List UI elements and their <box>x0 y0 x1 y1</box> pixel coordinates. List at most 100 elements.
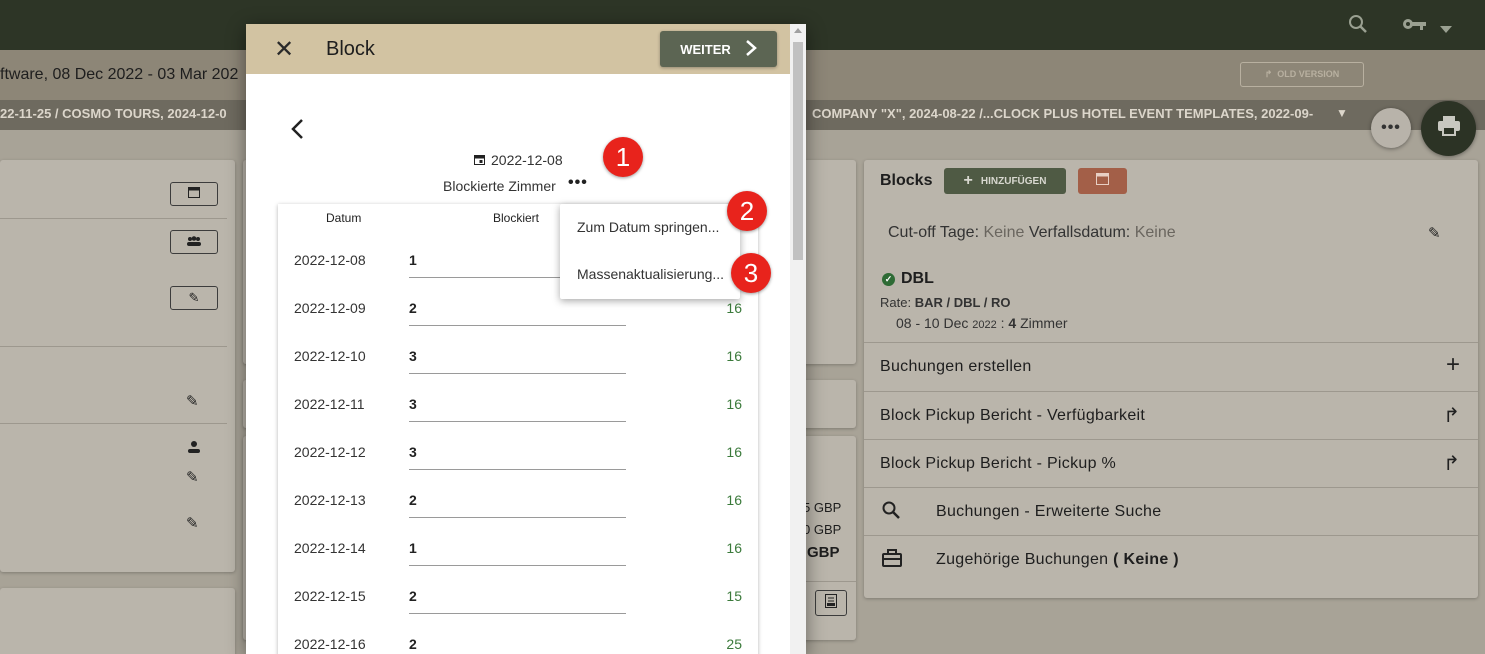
paren-open: ( <box>1113 551 1124 568</box>
annotation-badge-3: 3 <box>731 253 771 293</box>
old-version-button[interactable]: ↱ OLD VERSION <box>1240 62 1364 87</box>
annotation-badge-1: 1 <box>603 137 643 177</box>
price-value: 0 GBP <box>803 522 842 537</box>
left-panel-bottom <box>0 588 235 654</box>
related-bookings-label: Zugehörige Buchungen <box>936 551 1109 568</box>
row-date: 2022-12-08 <box>294 252 366 268</box>
action-pickup-percent[interactable]: Block Pickup Bericht - Pickup % ↱ <box>864 439 1478 487</box>
row-date: 2022-12-12 <box>294 444 366 460</box>
breadcrumb-left[interactable]: 22-11-25 / COSMO TOURS, 2024-12-0 <box>0 106 227 121</box>
pencil-icon[interactable]: ✎ <box>186 468 199 486</box>
price-total: GBP <box>807 544 840 561</box>
action-label: Buchungen erstellen <box>880 358 1032 375</box>
action-advanced-search[interactable]: Buchungen - Erweiterte Suche <box>864 487 1478 535</box>
calendar-icon <box>1096 172 1109 190</box>
action-label: Block Pickup Bericht - Verfügbarkeit <box>880 407 1146 424</box>
action-create-bookings[interactable]: Buchungen erstellen + <box>864 342 1478 390</box>
cutoff-value: Keine <box>983 224 1025 241</box>
row-blocked[interactable]: 2 <box>409 636 417 652</box>
cutoff-label: Cut-off Tage: <box>888 224 980 241</box>
breadcrumb-right[interactable]: COMPANY "X", 2024-08-22 /...CLOCK PLUS H… <box>812 106 1313 121</box>
divider <box>0 423 227 424</box>
key-icon[interactable] <box>1402 14 1428 39</box>
block-dialog: ✕ Block WEITER 2022-12-08 Blockierte Zim… <box>246 24 806 654</box>
calendar-button[interactable] <box>170 182 218 206</box>
input-underline <box>409 373 626 374</box>
pencil-icon[interactable]: ✎ <box>186 392 199 410</box>
table-row: 2022-12-13 2 16 <box>278 474 758 522</box>
row-date: 2022-12-14 <box>294 540 366 556</box>
print-icon <box>1437 116 1460 141</box>
row-date: 2022-12-11 <box>294 396 365 412</box>
search-icon[interactable] <box>1348 14 1368 39</box>
more-options-button[interactable]: ••• <box>1371 108 1411 148</box>
menu-item-bulk-update[interactable]: Massenaktualisierung... <box>577 266 724 282</box>
dialog-scrollbar[interactable] <box>790 24 806 654</box>
row-date: 2022-12-16 <box>294 636 366 652</box>
row-blocked[interactable]: 1 <box>409 252 417 268</box>
input-underline <box>409 517 626 518</box>
next-button[interactable]: WEITER <box>660 31 777 67</box>
calendar-icon <box>474 152 485 168</box>
date-range-info: 08 - 10 Dec 2022 : 4 Zimmer <box>896 315 1068 331</box>
next-label: WEITER <box>680 41 731 57</box>
chevron-down-icon[interactable]: ▼ <box>1336 106 1348 120</box>
invoice-button[interactable] <box>815 590 847 616</box>
row-available: 16 <box>726 444 742 460</box>
receipt-icon <box>825 593 837 613</box>
briefcase-icon <box>882 549 902 572</box>
calendar-button[interactable] <box>1078 168 1127 194</box>
scroll-up-icon[interactable] <box>794 28 802 33</box>
add-label: HINZUFÜGEN <box>980 175 1047 187</box>
calendar-icon <box>188 185 200 203</box>
menu-item-jump-to-date[interactable]: Zum Datum springen... <box>577 219 719 235</box>
pencil-icon[interactable]: ✎ <box>1428 224 1441 242</box>
selected-date: 2022-12-08 <box>474 152 563 168</box>
edit-button[interactable]: ✎ <box>170 286 218 310</box>
scrollbar-thumb[interactable] <box>793 42 803 260</box>
blocks-panel: Blocks + HINZUFÜGEN Cut-off Tage: Keine … <box>864 160 1478 598</box>
plus-icon: + <box>963 172 973 189</box>
date-year: 2022 <box>972 319 997 331</box>
chevron-down-icon[interactable] <box>1440 18 1452 39</box>
row-blocked[interactable]: 2 <box>409 492 417 508</box>
old-version-label: OLD VERSION <box>1277 69 1340 79</box>
row-available: 25 <box>726 636 742 652</box>
divider <box>0 218 227 219</box>
close-icon[interactable]: ✕ <box>274 35 294 64</box>
row-date: 2022-12-13 <box>294 492 366 508</box>
row-blocked[interactable]: 3 <box>409 348 417 364</box>
options-menu: Zum Datum springen... Massenaktualisieru… <box>560 204 740 299</box>
price-value: 5 GBP <box>803 500 842 515</box>
person-icon <box>188 440 200 457</box>
column-header-date: Datum <box>326 211 362 225</box>
pencil-icon[interactable]: ✎ <box>186 514 199 532</box>
group-button[interactable] <box>170 230 218 254</box>
row-available: 16 <box>726 348 742 364</box>
left-panel-top: ✎ ✎ ✎ ✎ <box>0 160 235 572</box>
dialog-header: ✕ Block WEITER <box>246 24 790 74</box>
row-blocked[interactable]: 3 <box>409 396 417 412</box>
cutoff-info: Cut-off Tage: Keine Verfallsdatum: Keine <box>888 224 1176 242</box>
row-date: 2022-12-15 <box>294 588 366 604</box>
table-row: 2022-12-14 1 16 <box>278 522 758 570</box>
expiry-value: Keine <box>1134 224 1176 241</box>
row-available: 16 <box>726 540 742 556</box>
row-blocked[interactable]: 2 <box>409 300 417 316</box>
more-options-icon[interactable]: ••• <box>568 174 588 192</box>
print-button[interactable] <box>1421 101 1476 156</box>
add-block-button[interactable]: + HINZUFÜGEN <box>944 168 1066 194</box>
dialog-title: Block <box>326 38 375 60</box>
action-pickup-availability[interactable]: Block Pickup Bericht - Verfügbarkeit ↱ <box>864 391 1478 439</box>
input-underline <box>409 565 626 566</box>
back-arrow-icon[interactable] <box>290 118 304 147</box>
action-related-bookings[interactable]: Zugehörige Buchungen ( Keine ) <box>864 535 1478 583</box>
row-blocked[interactable]: 2 <box>409 588 417 604</box>
blocks-title: Blocks <box>880 172 933 189</box>
action-label: Zugehörige Buchungen ( Keine ) <box>936 551 1179 569</box>
row-date: 2022-12-10 <box>294 348 366 364</box>
row-blocked[interactable]: 1 <box>409 540 417 556</box>
row-available: 15 <box>726 588 742 604</box>
row-available: 16 <box>726 492 742 508</box>
row-blocked[interactable]: 3 <box>409 444 417 460</box>
